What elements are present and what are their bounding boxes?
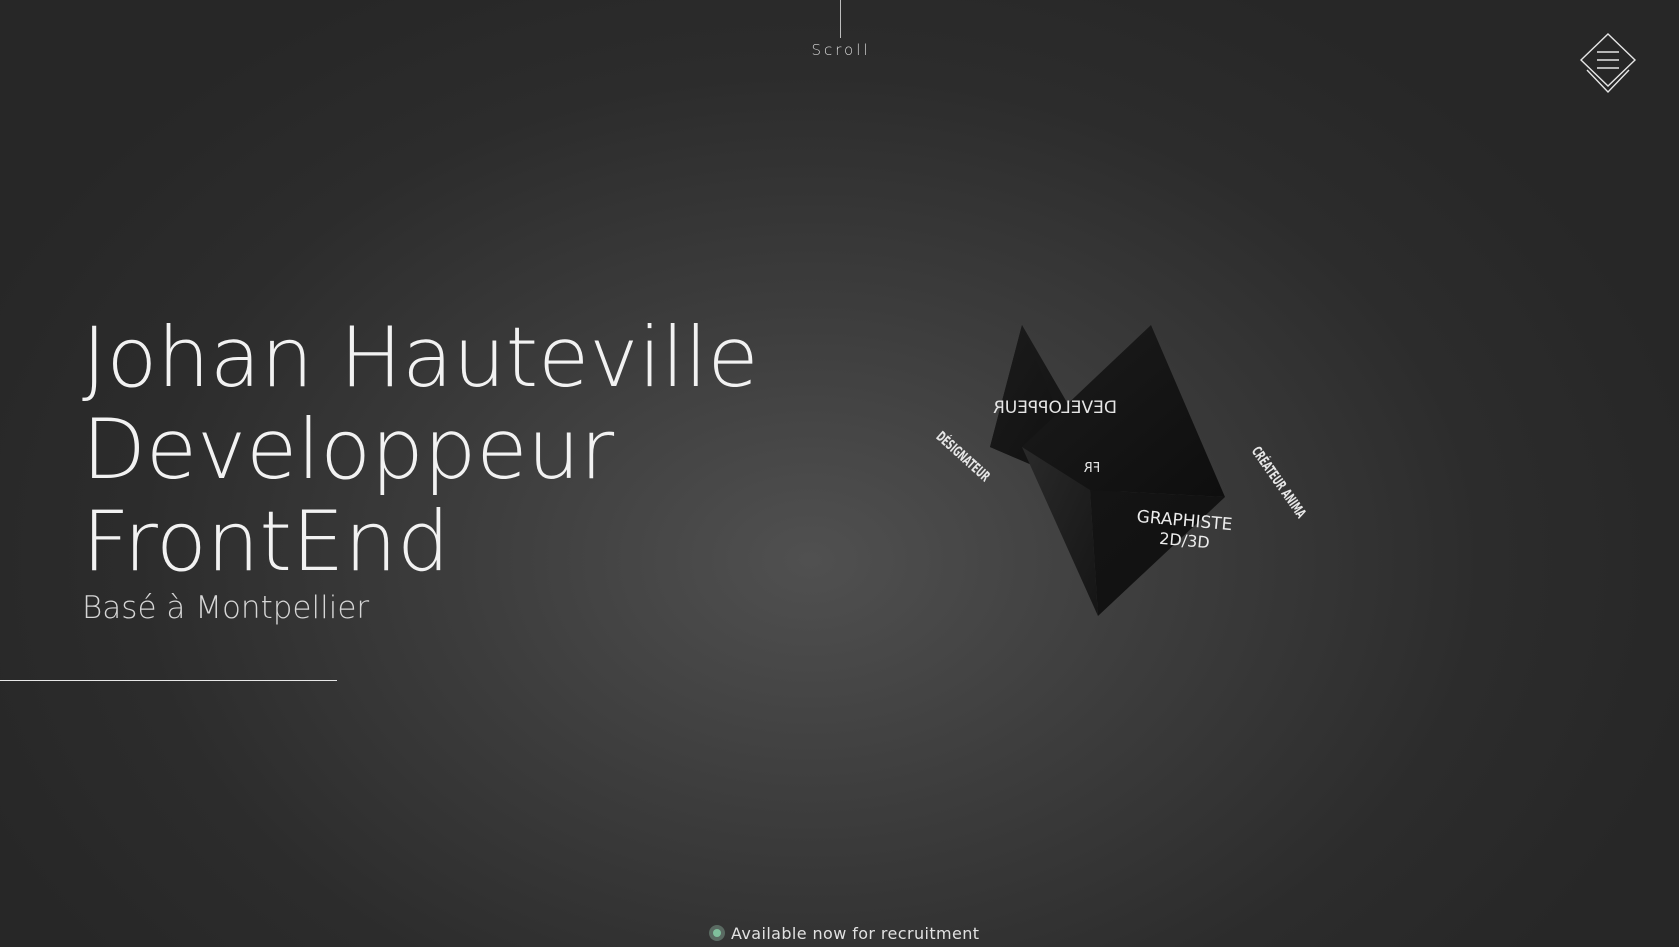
menu-icon	[1579, 33, 1637, 94]
face-label-developpeur: DEVELOPPEUR	[993, 398, 1117, 418]
hero-title-role-suffix: FrontEnd	[82, 493, 450, 590]
scroll-indicator-line	[840, 0, 841, 38]
hero-title-role: Developpeur	[82, 401, 615, 498]
hero-title: Johan Hauteville Developpeur FrontEnd	[82, 312, 802, 588]
hero: Johan Hauteville Developpeur FrontEnd Ba…	[82, 312, 802, 627]
hero-location: Basé à Montpellier	[82, 590, 370, 626]
face-label-fr: FR	[1084, 461, 1101, 476]
availability-status: Available now for recruitment	[709, 922, 979, 944]
scroll-label[interactable]: Scroll	[790, 41, 892, 59]
hero-title-name: Johan Hauteville	[82, 309, 759, 406]
hero-divider	[0, 680, 337, 681]
face-label-designateur: DÉSIGNATEUR	[933, 427, 995, 485]
polyhedron-face-bottom-left	[1022, 300, 1024, 325]
face-label-animateur: CRÉATEUR ANIMA	[1248, 443, 1311, 522]
skills-polyhedron[interactable]: DEVELOPPEUR DÉSIGNATEUR FR GRAPHISTE 2D/…	[900, 300, 1320, 640]
status-dot-icon	[709, 925, 725, 941]
status-text: Available now for recruitment	[731, 923, 980, 943]
menu-button[interactable]	[1577, 30, 1639, 98]
